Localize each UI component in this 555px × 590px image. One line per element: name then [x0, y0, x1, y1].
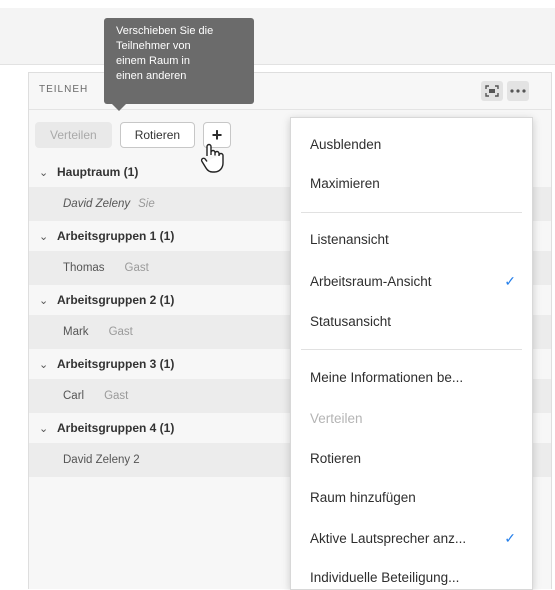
menu-item-status-view[interactable]: Statusansicht	[291, 306, 532, 336]
fullscreen-icon[interactable]	[481, 81, 503, 101]
attendee-role: Sie	[138, 198, 155, 210]
menu-item-label: Rotieren	[310, 450, 362, 466]
tooltip-line: Verschieben Sie die	[116, 25, 214, 37]
pod-options-menu: Ausblenden Maximieren Listenansicht Arbe…	[290, 117, 533, 590]
menu-item-label: Maximieren	[310, 175, 380, 191]
menu-item-label: Ausblenden	[310, 136, 382, 152]
menu-item-label: Individuelle Beteiligung...	[310, 569, 460, 585]
chevron-down-icon: ⌄	[39, 422, 49, 435]
checkmark-icon: ✓	[504, 529, 516, 546]
room-group-label: Arbeitsgruppen 2 (1)	[57, 293, 175, 307]
hand-cursor-icon	[200, 143, 224, 173]
tooltip-line: einen anderen	[116, 70, 187, 82]
tooltip-line: Teilnehmer von	[116, 40, 191, 52]
chevron-down-icon: ⌄	[39, 294, 49, 307]
menu-item-maximize[interactable]: Maximieren	[291, 168, 532, 198]
top-bar-strip	[0, 8, 555, 65]
menu-divider	[301, 212, 522, 213]
menu-item-breakout-view[interactable]: Arbeitsraum-Ansicht ✓	[291, 266, 532, 296]
menu-item-label: Listenansicht	[310, 231, 389, 247]
attendee-name: Carl	[63, 390, 85, 402]
menu-item-distribute[interactable]: Verteilen	[291, 403, 532, 433]
tooltip-arrow	[112, 104, 126, 111]
pod-title: TEILNEH	[39, 84, 89, 95]
menu-item-rotate[interactable]: Rotieren	[291, 443, 532, 473]
room-group-label: Arbeitsgruppen 3 (1)	[57, 357, 175, 371]
menu-item-add-room[interactable]: Raum hinzufügen	[291, 482, 532, 512]
menu-item-label: Arbeitsraum-Ansicht	[310, 273, 432, 289]
fullscreen-icon-svg	[485, 85, 499, 97]
menu-item-label: Verteilen	[310, 410, 363, 426]
menu-item-active-speakers[interactable]: Aktive Lautsprecher anz... ✓	[291, 523, 532, 553]
more-icon-svg	[510, 89, 526, 93]
room-group-label: Arbeitsgruppen 1 (1)	[57, 229, 175, 243]
attendee-name: David Zeleny 2	[63, 454, 140, 466]
menu-item-hide[interactable]: Ausblenden	[291, 129, 532, 159]
chevron-down-icon: ⌄	[39, 230, 49, 243]
menu-divider	[301, 349, 522, 350]
top-bar	[0, 0, 555, 68]
attendee-role: Gast	[108, 326, 133, 338]
distribute-button[interactable]: Verteilen	[35, 122, 112, 148]
checkmark-icon: ✓	[504, 272, 516, 289]
menu-item-individual-participation[interactable]: Individuelle Beteiligung...	[291, 562, 532, 589]
chevron-down-icon: ⌄	[39, 166, 49, 179]
attendee-role: Gast	[104, 390, 129, 402]
room-group-label: Hauptraum (1)	[57, 165, 139, 179]
menu-item-label: Aktive Lautsprecher anz...	[310, 530, 467, 546]
attendee-role: Gast	[124, 262, 149, 274]
rotate-tooltip: Verschieben Sie die Teilnehmer von einem…	[104, 18, 254, 104]
room-group-label: Arbeitsgruppen 4 (1)	[57, 421, 175, 435]
attendee-name: Mark	[63, 326, 89, 338]
menu-item-label: Meine Informationen be...	[310, 369, 464, 385]
menu-item-label: Raum hinzufügen	[310, 489, 416, 505]
rotate-button[interactable]: Rotieren	[119, 122, 196, 148]
more-icon[interactable]	[507, 81, 529, 101]
menu-item-label: Statusansicht	[310, 313, 392, 329]
attendee-name: David Zeleny	[63, 198, 131, 210]
menu-item-my-info[interactable]: Meine Informationen be...	[291, 362, 532, 392]
tooltip-line: einem Raum in	[116, 55, 190, 67]
menu-item-list-view[interactable]: Listenansicht	[291, 224, 532, 254]
attendee-name: Thomas	[63, 262, 105, 274]
chevron-down-icon: ⌄	[39, 358, 49, 371]
